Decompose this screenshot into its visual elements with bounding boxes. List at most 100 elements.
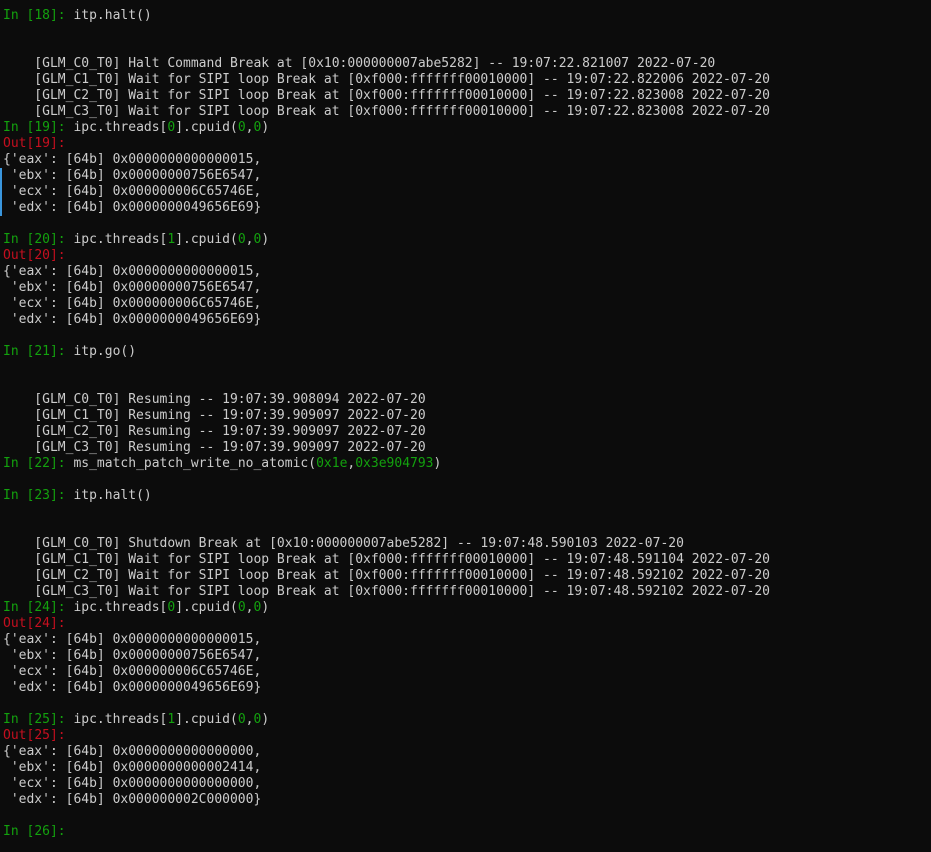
text-segment: [GLM_C3_T0] Resuming -- 19:07:39.909097 … (3, 440, 426, 455)
output-value-line: 'ebx': [64b] 0x0000000000002414, (3, 760, 931, 776)
selection-edge-bar (0, 168, 2, 216)
output-value-line: 'ecx': [64b] 0x000000006C65746E, (3, 664, 931, 680)
text-segment: 23 (34, 488, 50, 503)
text-segment: In [ (3, 456, 35, 471)
log-line: [GLM_C1_T0] Resuming -- 19:07:39.909097 … (3, 408, 931, 424)
text-segment: 20 (34, 248, 50, 263)
text-segment: 24 (34, 600, 50, 615)
text-segment: 26 (34, 824, 50, 839)
text-segment: 22 (34, 456, 50, 471)
text-segment: itp.halt() (73, 488, 152, 503)
text-segment: In [ (3, 120, 35, 135)
text-segment: ipc.threads[ (73, 600, 168, 615)
input-prompt-line: In [21]: itp.go() (3, 344, 931, 360)
input-prompt-line: In [23]: itp.halt() (3, 488, 931, 504)
text-segment: ) (261, 120, 270, 135)
text-segment: 0x1e (316, 456, 348, 471)
text-segment: ]: (49, 488, 74, 503)
text-segment: ]: (49, 456, 74, 471)
log-line: [GLM_C1_T0] Wait for SIPI loop Break at … (3, 72, 931, 88)
text-segment: ) (261, 712, 270, 727)
output-prompt-line: Out[20]: (3, 248, 931, 264)
output-value-line: 'edx': [64b] 0x000000002C000000} (3, 792, 931, 808)
text-segment: [GLM_C3_T0] Wait for SIPI loop Break at … (3, 584, 771, 599)
text-segment: Out[ (3, 616, 35, 631)
output-value-line: 'ecx': [64b] 0x000000006C65746E, (3, 296, 931, 312)
input-prompt-line: In [22]: ms_match_patch_write_no_atomic(… (3, 456, 931, 472)
text-segment: ]: (49, 248, 66, 263)
text-segment: ]: (49, 728, 66, 743)
text-segment: In [ (3, 600, 35, 615)
log-line: [GLM_C3_T0] Resuming -- 19:07:39.909097 … (3, 440, 931, 456)
text-segment: 25 (34, 728, 50, 743)
text-segment: ]: (49, 824, 74, 839)
text-segment: 'ecx': [64b] 0x000000006C65746E, (3, 664, 262, 679)
output-prompt-line: Out[19]: (3, 136, 931, 152)
input-prompt-line: In [18]: itp.halt() (3, 8, 931, 24)
input-prompt-line: In [24]: ipc.threads[0].cpuid(0,0) (3, 600, 931, 616)
text-segment: ]: (49, 712, 74, 727)
text-segment: {'eax': [64b] 0x0000000000000000, (3, 744, 262, 759)
text-segment: Out[ (3, 136, 35, 151)
text-segment: 'ecx': [64b] 0x000000006C65746E, (3, 184, 262, 199)
text-segment: 21 (34, 344, 50, 359)
text-segment: In [ (3, 712, 35, 727)
output-prompt-line: Out[24]: (3, 616, 931, 632)
text-segment: 'ebx': [64b] 0x00000000756E6547, (3, 280, 262, 295)
text-segment: {'eax': [64b] 0x0000000000000015, (3, 152, 262, 167)
text-segment: Out[ (3, 728, 35, 743)
output-value-line: {'eax': [64b] 0x0000000000000000, (3, 744, 931, 760)
text-segment: [GLM_C2_T0] Resuming -- 19:07:39.909097 … (3, 424, 426, 439)
output-value-line: 'ebx': [64b] 0x00000000756E6547, (3, 648, 931, 664)
text-segment: 'ecx': [64b] 0x000000006C65746E, (3, 296, 262, 311)
text-segment: ]: (49, 8, 74, 23)
text-segment: ]: (49, 600, 74, 615)
output-value-line: 'ebx': [64b] 0x00000000756E6547, (3, 168, 931, 184)
text-segment: [GLM_C0_T0] Shutdown Break at [0x10:0000… (3, 536, 684, 551)
text-segment: In [ (3, 488, 35, 503)
text-segment: 'edx': [64b] 0x0000000049656E69} (3, 200, 262, 215)
text-segment: 'ecx': [64b] 0x0000000000000000, (3, 776, 262, 791)
text-segment: 'ebx': [64b] 0x00000000756E6547, (3, 648, 262, 663)
text-segment: [GLM_C2_T0] Wait for SIPI loop Break at … (3, 88, 771, 103)
text-segment: 19 (34, 136, 50, 151)
input-prompt-line: In [19]: ipc.threads[0].cpuid(0,0) (3, 120, 931, 136)
text-segment: [GLM_C0_T0] Resuming -- 19:07:39.908094 … (3, 392, 426, 407)
text-segment: [GLM_C2_T0] Wait for SIPI loop Break at … (3, 568, 771, 583)
text-segment: ].cpuid( (175, 712, 238, 727)
text-segment: In [ (3, 8, 35, 23)
text-segment: ) (433, 456, 442, 471)
output-value-line: 'edx': [64b] 0x0000000049656E69} (3, 312, 931, 328)
text-segment: [GLM_C0_T0] Halt Command Break at [0x10:… (3, 56, 716, 71)
text-segment: 0x3e904793 (355, 456, 434, 471)
output-value-line: 'edx': [64b] 0x0000000049656E69} (3, 200, 931, 216)
text-segment: 0 (237, 232, 246, 247)
text-segment: ) (261, 232, 270, 247)
text-segment: [GLM_C1_T0] Wait for SIPI loop Break at … (3, 552, 771, 567)
console-window[interactable]: { "lines": [ {"segs": [{"t": "In [", "c"… (0, 0, 931, 852)
text-segment: ]: (49, 232, 74, 247)
log-line: [GLM_C2_T0] Wait for SIPI loop Break at … (3, 88, 931, 104)
text-segment: ].cpuid( (175, 232, 238, 247)
output-value-line: {'eax': [64b] 0x0000000000000015, (3, 632, 931, 648)
input-prompt-active[interactable]: In [26]: (3, 824, 931, 840)
output-value-line: 'ebx': [64b] 0x00000000756E6547, (3, 280, 931, 296)
text-segment: itp.go() (73, 344, 137, 359)
text-segment: In [ (3, 232, 35, 247)
text-segment: 25 (34, 712, 50, 727)
text-segment: 19 (34, 120, 50, 135)
text-segment: [GLM_C1_T0] Wait for SIPI loop Break at … (3, 72, 771, 87)
console-output[interactable]: In [18]: itp.halt() [GLM_C0_T0] Halt Com… (3, 8, 931, 840)
output-value-line: 'ecx': [64b] 0x000000006C65746E, (3, 184, 931, 200)
text-segment: ].cpuid( (175, 600, 238, 615)
text-segment: In [ (3, 824, 35, 839)
text-segment: 0 (237, 120, 246, 135)
